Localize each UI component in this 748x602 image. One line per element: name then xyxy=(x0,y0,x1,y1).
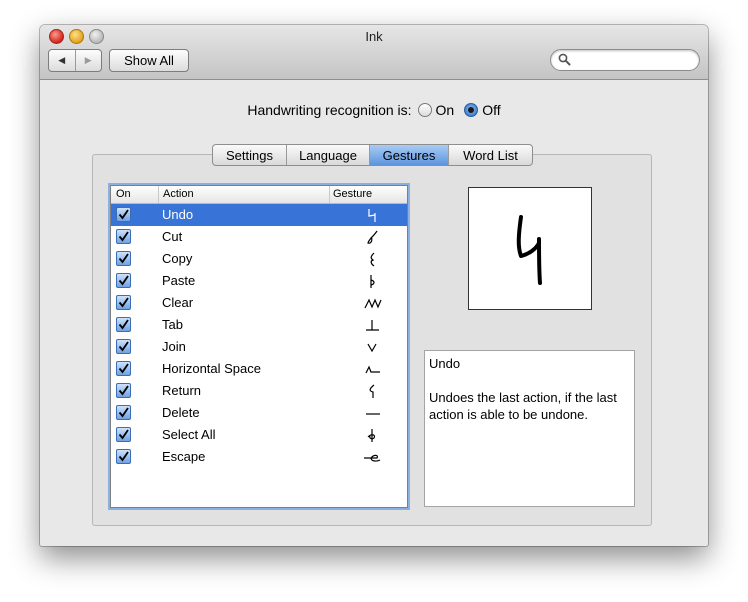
action-label: Tab xyxy=(162,317,183,332)
action-label: Join xyxy=(162,339,186,354)
back-button[interactable]: ◀ xyxy=(49,50,76,71)
enable-checkbox[interactable] xyxy=(116,295,131,310)
enable-checkbox[interactable] xyxy=(116,427,131,442)
recognition-row: Handwriting recognition is: On Off xyxy=(40,102,708,118)
action-label: Horizontal Space xyxy=(162,361,261,376)
action-label: Undo xyxy=(162,207,194,222)
table-row[interactable]: Paste xyxy=(111,270,407,292)
tab-language[interactable]: Language xyxy=(287,145,370,165)
gesture-description: Undo Undoes the last action, if the last… xyxy=(424,350,635,507)
action-label: Escape xyxy=(162,449,206,464)
checkmark-icon xyxy=(118,363,129,374)
action-label: Clear xyxy=(162,295,194,310)
forward-button[interactable]: ▶ xyxy=(76,50,102,71)
enable-checkbox[interactable] xyxy=(116,405,131,420)
back-arrow-icon: ◀ xyxy=(58,55,66,65)
forward-arrow-icon: ▶ xyxy=(84,55,92,65)
checkmark-icon xyxy=(118,451,129,462)
return-gesture-icon xyxy=(369,384,375,398)
enable-checkbox[interactable] xyxy=(116,317,131,332)
recognition-on-radio[interactable] xyxy=(417,103,432,117)
checkmark-icon xyxy=(118,385,129,396)
enable-checkbox[interactable] xyxy=(116,251,131,266)
delete-gesture-icon xyxy=(366,413,380,415)
undo-gesture-icon xyxy=(368,209,376,222)
checkmark-icon xyxy=(118,407,129,418)
copy-gesture-icon xyxy=(370,252,375,267)
table-row[interactable]: Select All xyxy=(111,424,407,446)
tab-word-list[interactable]: Word List xyxy=(449,145,532,165)
table-row[interactable]: Return xyxy=(111,380,407,402)
table-row[interactable]: Undo xyxy=(111,204,407,226)
table-row[interactable]: Escape xyxy=(111,446,407,468)
join-gesture-icon xyxy=(367,343,377,353)
column-header-on[interactable]: On xyxy=(116,188,131,200)
description-text: Undoes the last action, if the last acti… xyxy=(429,390,617,422)
action-label: Cut xyxy=(162,229,183,244)
enable-checkbox[interactable] xyxy=(116,361,131,376)
enable-checkbox[interactable] xyxy=(116,383,131,398)
show-all-button[interactable]: Show All xyxy=(109,49,189,72)
enable-checkbox[interactable] xyxy=(116,207,131,222)
cut-gesture-icon xyxy=(367,230,378,244)
undo-gesture-preview-icon xyxy=(516,215,542,285)
checkmark-icon xyxy=(118,341,129,352)
tab-gesture-icon xyxy=(366,320,379,331)
window-title: Ink xyxy=(365,29,383,44)
search-icon xyxy=(558,53,571,66)
action-label: Paste xyxy=(162,273,196,288)
column-header-gesture[interactable]: Gesture xyxy=(333,188,372,200)
action-label: Copy xyxy=(162,251,193,266)
action-label: Return xyxy=(162,383,202,398)
description-title: Undo xyxy=(429,356,461,371)
action-label: Select All xyxy=(162,427,216,442)
gesture-preview xyxy=(468,187,592,310)
search-input[interactable] xyxy=(575,52,694,69)
recognition-off-label[interactable]: Off xyxy=(482,102,500,118)
table-row[interactable]: Cut xyxy=(111,226,407,248)
table-row[interactable]: Copy xyxy=(111,248,407,270)
preferences-window: Ink ◀ ▶ Show All Handwriting recognition… xyxy=(40,25,708,546)
checkmark-icon xyxy=(118,231,129,242)
enable-checkbox[interactable] xyxy=(116,273,131,288)
table-header: On Action Gesture xyxy=(111,186,407,204)
gesture-table: On Action Gesture Undo Cut Copy Paste Clear T… xyxy=(110,185,408,508)
column-header-action[interactable]: Action xyxy=(163,188,194,200)
table-row[interactable]: Tab xyxy=(111,314,407,336)
back-forward-control: ◀ ▶ xyxy=(48,49,102,72)
recognition-on-label[interactable]: On xyxy=(436,102,455,118)
action-label: Delete xyxy=(162,405,200,420)
clear-gesture-icon xyxy=(364,298,382,309)
checkmark-icon xyxy=(118,297,129,308)
table-row[interactable]: Clear xyxy=(111,292,407,314)
checkmark-icon xyxy=(118,275,129,286)
checkmark-icon xyxy=(118,429,129,440)
recognition-off-radio[interactable] xyxy=(464,103,479,117)
checkmark-icon xyxy=(118,253,129,264)
escape-gesture-icon xyxy=(364,454,381,462)
tab-gestures[interactable]: Gestures xyxy=(370,145,449,165)
title-bar: Ink ◀ ▶ Show All xyxy=(40,25,708,80)
tab-bar: Settings Language Gestures Word List xyxy=(212,144,533,166)
horizontal-space-gesture-icon xyxy=(365,365,380,374)
table-row[interactable]: Join xyxy=(111,336,407,358)
recognition-label: Handwriting recognition is: xyxy=(247,102,412,118)
checkmark-icon xyxy=(118,319,129,330)
table-row[interactable]: Horizontal Space xyxy=(111,358,407,380)
select-all-gesture-icon xyxy=(367,429,376,442)
table-row[interactable]: Delete xyxy=(111,402,407,424)
enable-checkbox[interactable] xyxy=(116,229,131,244)
enable-checkbox[interactable] xyxy=(116,449,131,464)
enable-checkbox[interactable] xyxy=(116,339,131,354)
paste-gesture-icon xyxy=(370,275,375,288)
search-field[interactable] xyxy=(550,49,700,71)
checkmark-icon xyxy=(118,209,129,220)
tab-settings[interactable]: Settings xyxy=(213,145,287,165)
